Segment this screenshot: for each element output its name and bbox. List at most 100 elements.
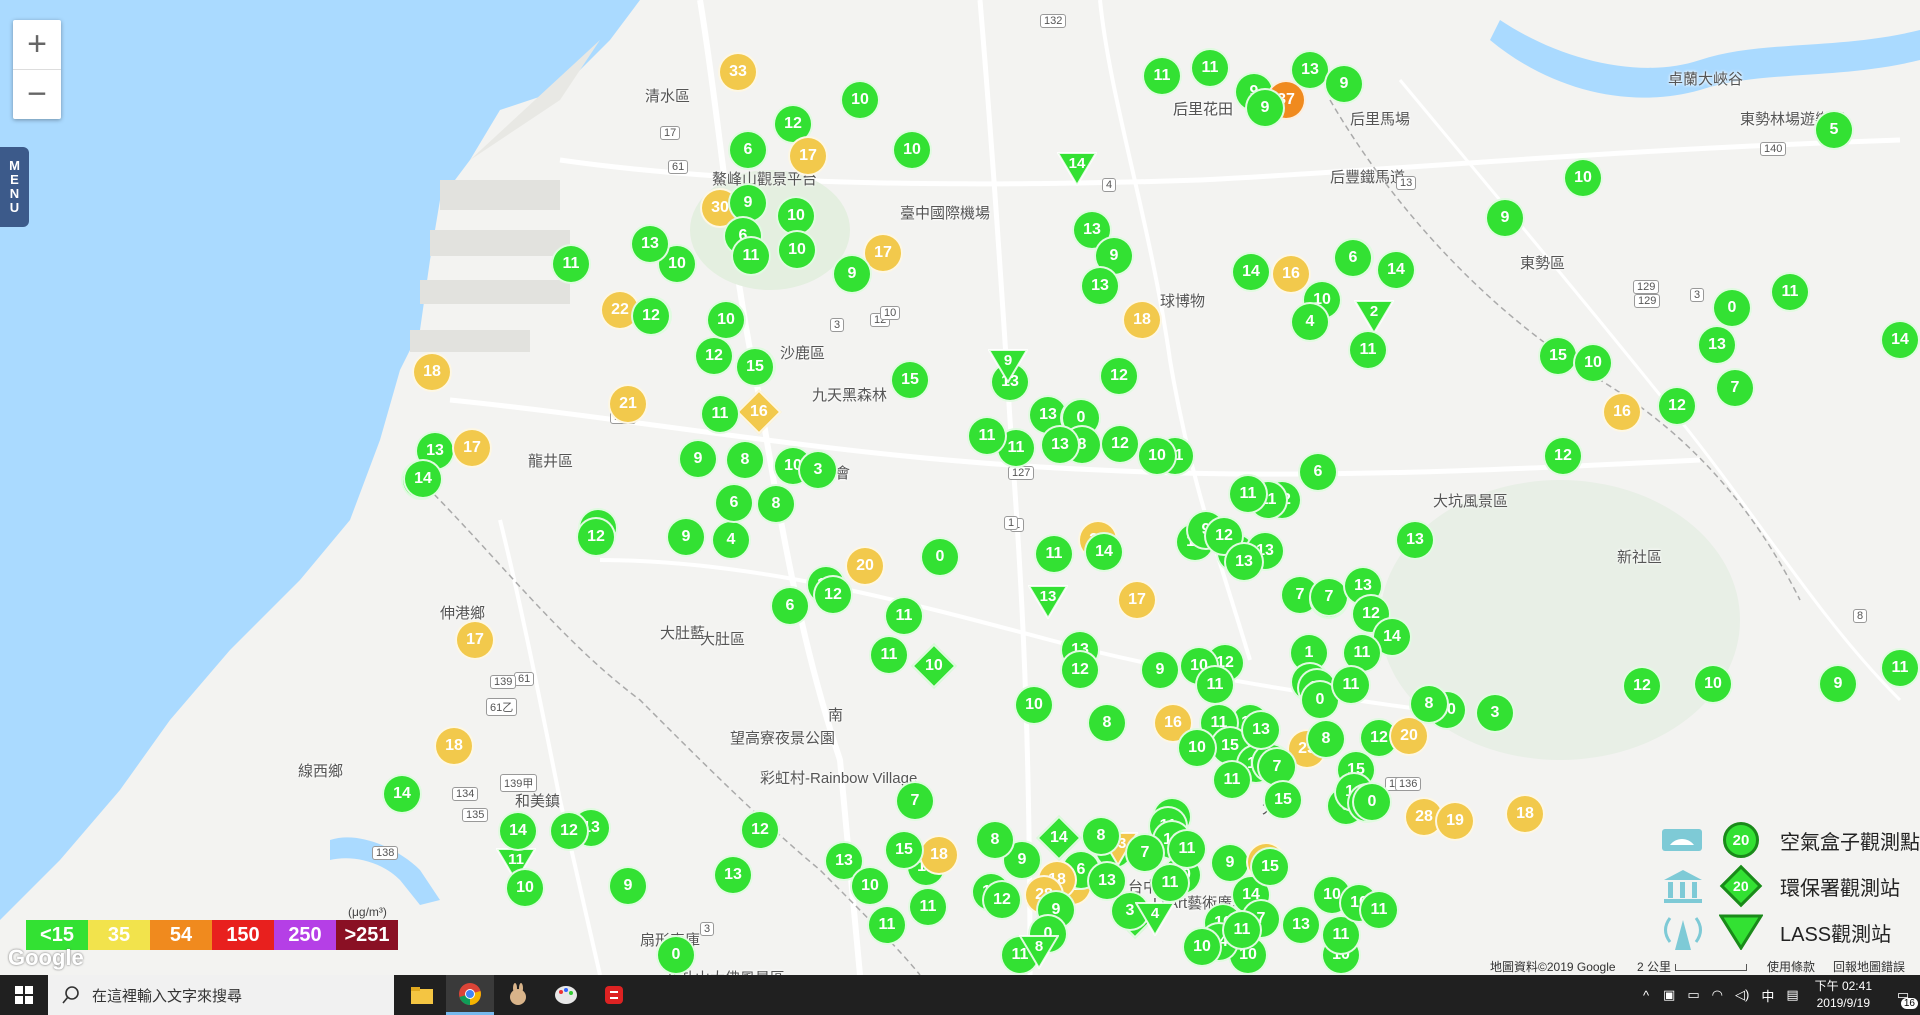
sensor-circle-marker[interactable]: 14: [382, 774, 422, 814]
app-button-rabbit[interactable]: [494, 975, 542, 1015]
sensor-circle-marker[interactable]: 13: [1395, 520, 1435, 560]
sensor-triangle-marker[interactable]: 4: [1134, 902, 1176, 937]
sensor-circle-marker[interactable]: 12: [1099, 356, 1139, 396]
sensor-circle-marker[interactable]: 15: [1250, 847, 1290, 887]
sensor-circle-marker[interactable]: 18: [919, 835, 959, 875]
sensor-circle-marker[interactable]: 9: [1245, 88, 1285, 128]
sensor-circle-marker[interactable]: 14: [1231, 252, 1271, 292]
sensor-circle-marker[interactable]: 12: [1060, 650, 1100, 690]
sensor-circle-marker[interactable]: 18: [1122, 300, 1162, 340]
sensor-circle-marker[interactable]: 9: [608, 866, 648, 906]
sensor-circle-marker[interactable]: 10: [1177, 728, 1217, 768]
sensor-circle-marker[interactable]: 18: [434, 726, 474, 766]
menu-tab-button[interactable]: M E N U: [0, 147, 29, 227]
sensor-circle-marker[interactable]: 11: [1770, 272, 1810, 312]
sensor-circle-marker[interactable]: 11: [1034, 534, 1074, 574]
sensor-circle-marker[interactable]: 15: [1538, 336, 1578, 376]
sensor-circle-marker[interactable]: 12: [694, 336, 734, 376]
chrome-button[interactable]: [446, 975, 494, 1015]
file-explorer-button[interactable]: [398, 975, 446, 1015]
sensor-circle-marker[interactable]: 8: [1409, 684, 1449, 724]
sensor-circle-marker[interactable]: 8: [975, 820, 1015, 860]
scale-bar[interactable]: 2 公里: [1637, 958, 1748, 975]
sensor-circle-marker[interactable]: 11: [700, 394, 740, 434]
sensor-circle-marker[interactable]: 10: [1137, 436, 1177, 476]
sensor-circle-marker[interactable]: 14: [1376, 250, 1416, 290]
sensor-circle-marker[interactable]: 11: [1190, 48, 1230, 88]
sensor-circle-marker[interactable]: 10: [706, 300, 746, 340]
sensor-circle-marker[interactable]: 13: [1040, 425, 1080, 465]
sensor-circle-marker[interactable]: 6: [714, 483, 754, 523]
sensor-circle-marker[interactable]: 9: [678, 439, 718, 479]
sensor-circle-marker[interactable]: 12: [982, 880, 1022, 920]
sensor-circle-marker[interactable]: 0: [920, 537, 960, 577]
sensor-circle-marker[interactable]: 11: [967, 416, 1007, 456]
sensor-circle-marker[interactable]: 11: [869, 635, 909, 675]
sensor-circle-marker[interactable]: 11: [1150, 863, 1190, 903]
sensor-circle-marker[interactable]: 11: [1331, 665, 1371, 705]
sensor-circle-marker[interactable]: 7: [895, 781, 935, 821]
sensor-circle-marker[interactable]: 13: [630, 224, 670, 264]
sensor-circle-marker[interactable]: 15: [1263, 780, 1303, 820]
chevron-up-icon[interactable]: ^: [1643, 988, 1649, 1003]
sensor-circle-marker[interactable]: 13: [1697, 325, 1737, 365]
sensor-circle-marker[interactable]: 12: [740, 810, 780, 850]
sensor-circle-marker[interactable]: 14: [403, 459, 443, 499]
sensor-circle-marker[interactable]: 10: [1573, 343, 1613, 383]
sensor-triangle-marker[interactable]: 2: [1353, 300, 1395, 335]
sensor-circle-marker[interactable]: 6: [1333, 238, 1373, 278]
sensor-circle-marker[interactable]: 13: [713, 855, 753, 895]
sensor-circle-marker[interactable]: 4: [711, 520, 751, 560]
sensor-circle-marker[interactable]: 14: [498, 811, 538, 851]
sensor-circle-marker[interactable]: 4: [1290, 302, 1330, 342]
start-button[interactable]: [0, 975, 48, 1015]
sensor-circle-marker[interactable]: 9: [1485, 198, 1525, 238]
keyboard-icon[interactable]: ▤: [1786, 987, 1798, 1003]
sensor-circle-marker[interactable]: 10: [1182, 927, 1222, 967]
sensor-circle-marker[interactable]: 12: [631, 296, 671, 336]
sensor-circle-marker[interactable]: 18: [1505, 794, 1545, 834]
sensor-circle-marker[interactable]: 11: [884, 596, 924, 636]
sensor-circle-marker[interactable]: 12: [576, 517, 616, 557]
sensor-circle-marker[interactable]: 9: [1324, 64, 1364, 104]
sensor-circle-marker[interactable]: 11: [1880, 648, 1920, 688]
sensor-circle-marker[interactable]: 11: [731, 236, 771, 276]
sensor-circle-marker[interactable]: 10: [1014, 685, 1054, 725]
volume-icon[interactable]: ◁): [1735, 987, 1749, 1003]
sensor-circle-marker[interactable]: 0: [656, 935, 696, 975]
sensor-circle-marker[interactable]: 0: [1352, 782, 1392, 822]
sensor-circle-marker[interactable]: 6: [770, 586, 810, 626]
ime-indicator[interactable]: 中: [1761, 986, 1774, 1005]
sensor-circle-marker[interactable]: 17: [455, 620, 495, 660]
sensor-circle-marker[interactable]: 14: [1084, 532, 1124, 572]
battery-icon[interactable]: ▭: [1687, 987, 1699, 1003]
sensor-circle-marker[interactable]: 19: [1435, 801, 1475, 841]
security-icon[interactable]: ▣: [1663, 987, 1675, 1003]
sensor-circle-marker[interactable]: 15: [884, 830, 924, 870]
sensor-circle-marker[interactable]: 15: [735, 347, 775, 387]
sensor-circle-marker[interactable]: 9: [832, 254, 872, 294]
sensor-triangle-marker[interactable]: 13: [1027, 585, 1069, 620]
sensor-circle-marker[interactable]: 5: [1814, 110, 1854, 150]
map-view[interactable]: 清水區 后里花田 后里馬場 卓蘭大峽谷 東勢林場遊樂區 鰲峰山觀景平台 臺中國際機場 后豐鐵馬…: [0, 0, 1920, 975]
sensor-circle-marker[interactable]: 20: [845, 546, 885, 586]
sensor-circle-marker[interactable]: 11: [1167, 829, 1207, 869]
sensor-circle-marker[interactable]: 11: [908, 887, 948, 927]
app-button-sketchup[interactable]: [590, 975, 638, 1015]
sensor-circle-marker[interactable]: 3: [798, 450, 838, 490]
sensor-circle-marker[interactable]: 13: [1241, 710, 1281, 750]
google-logo[interactable]: Google: [8, 945, 84, 971]
sensor-circle-marker[interactable]: 8: [1087, 703, 1127, 743]
sensor-circle-marker[interactable]: 13: [1224, 542, 1264, 582]
sensor-circle-marker[interactable]: 8: [1081, 816, 1121, 856]
sensor-circle-marker[interactable]: 0: [1712, 288, 1752, 328]
sensor-circle-marker[interactable]: 12: [813, 575, 853, 615]
sensor-circle-marker[interactable]: 11: [1195, 665, 1235, 705]
app-button-paint[interactable]: [542, 975, 590, 1015]
sensor-circle-marker[interactable]: 11: [1228, 474, 1268, 514]
sensor-circle-marker[interactable]: 11: [1142, 56, 1182, 96]
sensor-circle-marker[interactable]: 33: [718, 52, 758, 92]
sensor-circle-marker[interactable]: 8: [1306, 719, 1346, 759]
sensor-circle-marker[interactable]: 11: [1359, 890, 1399, 930]
sensor-circle-marker[interactable]: 10: [840, 80, 880, 120]
